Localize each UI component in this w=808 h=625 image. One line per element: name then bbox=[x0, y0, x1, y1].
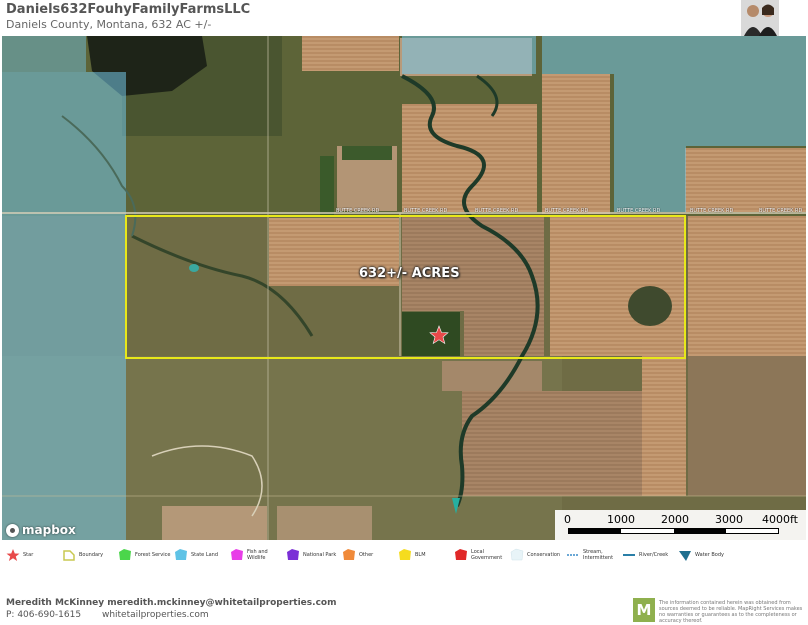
legend-item: BLM bbox=[398, 548, 451, 562]
national-park-icon bbox=[287, 549, 299, 560]
local-government-icon bbox=[455, 549, 467, 560]
legend-label: Forest Service bbox=[135, 552, 171, 558]
scale-label: 0 bbox=[564, 513, 571, 526]
satellite-map[interactable]: BUTTE CREEK RD BUTTE CREEK RD BUTTE CREE… bbox=[2, 36, 806, 540]
legend-label: Local Government bbox=[471, 549, 503, 561]
legend-label: Boundary bbox=[79, 552, 104, 558]
footer: Meredith McKinney meredith.mckinney@whit… bbox=[0, 595, 808, 625]
blm-icon bbox=[399, 549, 411, 560]
road-label: BUTTE CREEK RD bbox=[690, 208, 734, 214]
header: Daniels632FouhyFamilyFarmsLLC Daniels Co… bbox=[0, 0, 808, 36]
legend-item: Water Body bbox=[678, 548, 731, 562]
scale-label: 2000 bbox=[661, 513, 689, 526]
legend-item: Forest Service bbox=[118, 548, 171, 562]
legend-label: BLM bbox=[415, 552, 426, 558]
page-subtitle: Daniels County, Montana, 632 AC +/- bbox=[6, 18, 212, 31]
scale-bar: 0 1000 2000 3000 4000ft bbox=[555, 510, 806, 540]
legend-item: State Land bbox=[174, 548, 227, 562]
mapbox-icon bbox=[6, 523, 19, 537]
contact-details: P: 406-690-1615 whitetailproperties.com bbox=[6, 610, 227, 620]
page-title: Daniels632FouhyFamilyFarmsLLC bbox=[6, 2, 251, 17]
boundary-icon bbox=[63, 550, 75, 561]
legend-label: National Park bbox=[303, 552, 337, 558]
scale-bar-graphic bbox=[568, 528, 779, 534]
legend-item: Star bbox=[6, 548, 59, 562]
agent-photo bbox=[741, 0, 779, 36]
scale-label: 4000ft bbox=[762, 513, 798, 526]
legend-label: State Land bbox=[191, 552, 219, 558]
website-link[interactable]: whitetailproperties.com bbox=[102, 610, 209, 620]
river-creek-icon bbox=[623, 554, 635, 556]
legend-item: Stream, Intermittent bbox=[566, 548, 619, 562]
mapbox-logo[interactable]: mapbox bbox=[6, 522, 76, 538]
legend-label: Stream, Intermittent bbox=[583, 549, 614, 561]
legend-item: National Park bbox=[286, 548, 339, 562]
stream-intermittent-icon bbox=[567, 554, 579, 556]
other-icon bbox=[343, 549, 355, 560]
agent-phone[interactable]: P: 406-690-1615 bbox=[6, 610, 81, 620]
mapright-logo: M bbox=[633, 598, 655, 622]
legend-label: Other bbox=[359, 552, 374, 558]
legend-item: Local Government bbox=[454, 548, 507, 562]
star-icon bbox=[6, 549, 20, 561]
water-body-icon bbox=[679, 551, 691, 561]
road-label: BUTTE CREEK RD bbox=[759, 208, 803, 214]
map-legend: Star Boundary Forest Service State Land … bbox=[0, 542, 808, 568]
road-label: BUTTE CREEK RD bbox=[545, 208, 589, 214]
legend-item: Boundary bbox=[62, 548, 115, 562]
scale-label: 1000 bbox=[607, 513, 635, 526]
map-page: Daniels632FouhyFamilyFarmsLLC Daniels Co… bbox=[0, 0, 808, 625]
disclaimer-text: The information contained herein was obt… bbox=[659, 600, 803, 624]
road-label: BUTTE CREEK RD bbox=[475, 208, 519, 214]
legend-item: Conservation bbox=[510, 548, 563, 562]
legend-label: Star bbox=[23, 552, 34, 558]
legend-item: Fish and Wildlife bbox=[230, 548, 283, 562]
conservation-icon bbox=[510, 548, 524, 561]
forest-service-icon bbox=[119, 549, 131, 560]
scale-label: 3000 bbox=[715, 513, 743, 526]
legend-label: Conservation bbox=[527, 552, 561, 558]
satellite-imagery bbox=[2, 36, 806, 540]
state-land-icon bbox=[175, 549, 187, 560]
legend-item: River/Creek bbox=[622, 548, 675, 562]
road-label: BUTTE CREEK RD bbox=[617, 208, 661, 214]
road-label: BUTTE CREEK RD bbox=[336, 208, 380, 214]
legend-label: Water Body bbox=[695, 552, 724, 558]
road-label: BUTTE CREEK RD bbox=[404, 208, 448, 214]
mapbox-attribution: mapbox bbox=[22, 523, 76, 537]
fish-wildlife-icon bbox=[231, 549, 243, 560]
legend-label: Fish and Wildlife bbox=[247, 549, 268, 561]
agent-contact[interactable]: Meredith McKinney meredith.mckinney@whit… bbox=[6, 598, 336, 608]
legend-label: River/Creek bbox=[639, 552, 669, 558]
legend-item: Other bbox=[342, 548, 395, 562]
property-acreage-label: 632+/- ACRES bbox=[359, 266, 460, 281]
